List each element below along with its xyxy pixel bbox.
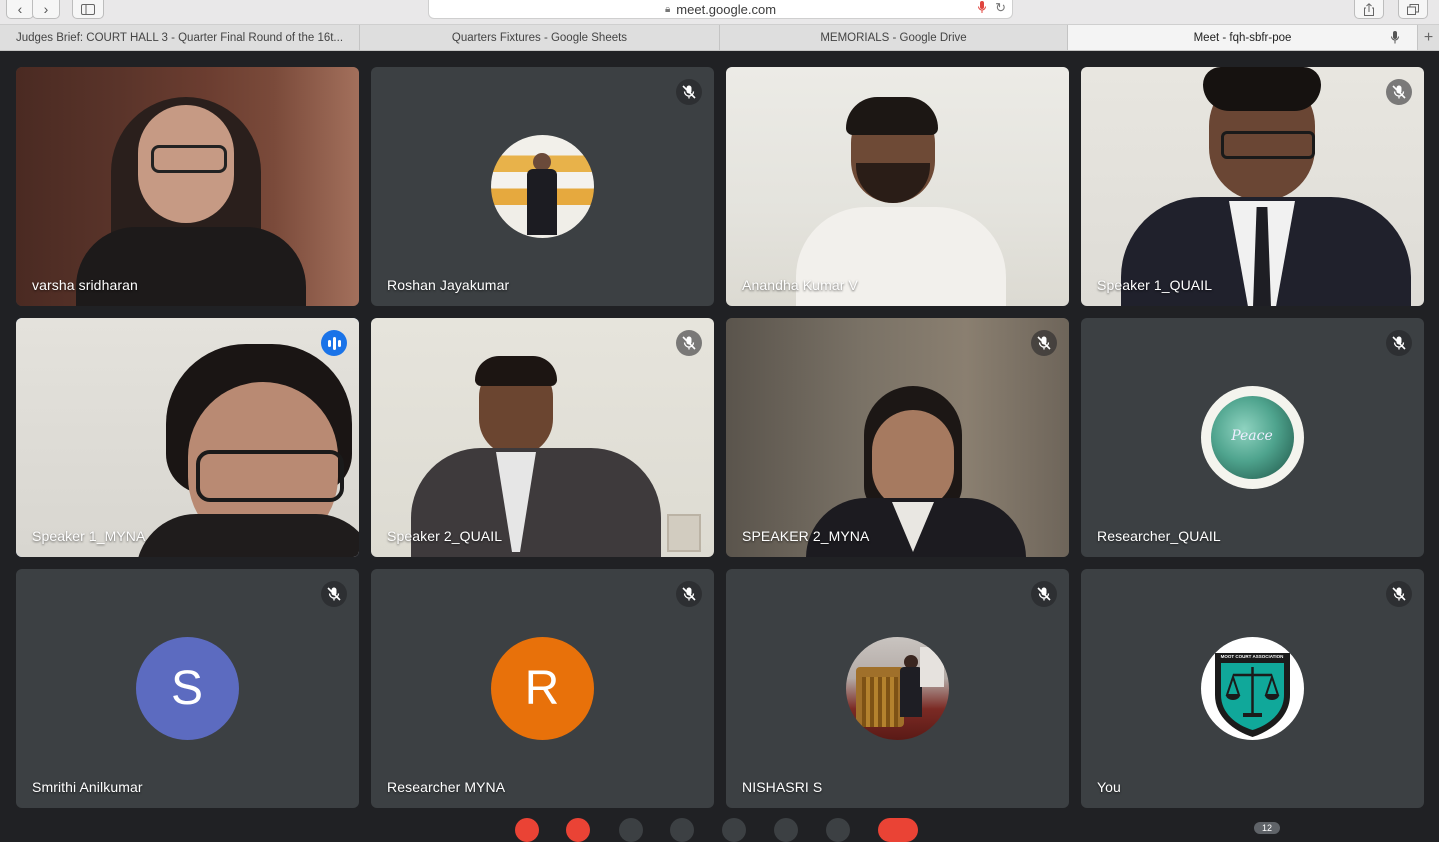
mic-off-icon	[1386, 79, 1412, 105]
new-tab-button[interactable]: +	[1418, 25, 1439, 50]
video-feed	[371, 318, 714, 557]
tab-label: MEMORIALS - Google Drive	[820, 31, 967, 44]
mic-off-icon	[676, 79, 702, 105]
meeting-controls-bar: 12	[0, 818, 1439, 842]
more-options-button[interactable]	[774, 818, 798, 842]
address-bar[interactable]: 🔒︎ meet.google.com ↻	[428, 0, 1013, 19]
avatar-initial: R	[524, 661, 560, 715]
mic-off-icon	[1031, 330, 1057, 356]
tab-label: Judges Brief: COURT HALL 3 - Quarter Fin…	[15, 31, 344, 44]
participant-name: NISHASRI S	[742, 779, 823, 795]
mic-off-icon	[676, 330, 702, 356]
share-icon[interactable]	[1354, 0, 1384, 19]
participant-tile[interactable]: Speaker 1_QUAIL	[1081, 67, 1424, 306]
participant-name: Researcher_QUAIL	[1097, 528, 1221, 544]
participant-name: Researcher MYNA	[387, 779, 506, 795]
profile-logo-avatar: MOOT COURT ASSOCIATION	[1200, 636, 1304, 740]
tab-meet[interactable]: Meet - fqh-sbfr-poe	[1068, 25, 1418, 50]
lock-icon: 🔒︎	[664, 3, 671, 15]
video-feed	[1081, 67, 1424, 306]
activities-button[interactable]	[826, 818, 850, 842]
recording-mic-icon[interactable]	[978, 1, 986, 16]
participant-tile[interactable]: SPEAKER 2_MYNA	[726, 318, 1069, 557]
video-feed	[726, 318, 1069, 557]
sidebar-toggle-icon[interactable]	[72, 0, 104, 19]
forward-button[interactable]: ›	[32, 0, 60, 19]
avatar-caption: Peace	[1231, 427, 1273, 444]
participant-name: Speaker 1_MYNA	[32, 528, 146, 544]
tab-quarters-fixtures[interactable]: Quarters Fixtures - Google Sheets	[360, 25, 720, 50]
tab-label: Quarters Fixtures - Google Sheets	[451, 31, 628, 44]
participant-name: Anandha Kumar V	[742, 277, 858, 293]
participant-tile[interactable]: varsha sridharan	[16, 67, 359, 306]
camera-toggle-button[interactable]	[566, 818, 590, 842]
profile-photo-avatar	[845, 636, 949, 740]
present-button[interactable]	[670, 818, 694, 842]
participant-name: Speaker 1_QUAIL	[1097, 277, 1213, 293]
tab-judges-brief[interactable]: Judges Brief: COURT HALL 3 - Quarter Fin…	[0, 25, 360, 50]
reload-icon[interactable]: ↻	[995, 0, 1006, 16]
leave-call-button[interactable]	[878, 818, 918, 842]
participant-tile[interactable]: Roshan Jayakumar	[371, 67, 714, 306]
tab-bar: Judges Brief: COURT HALL 3 - Quarter Fin…	[0, 25, 1439, 51]
tab-mic-icon	[1391, 31, 1399, 47]
participant-tile[interactable]: Anandha Kumar V	[726, 67, 1069, 306]
logo-caption: MOOT COURT ASSOCIATION	[1220, 653, 1284, 659]
raise-hand-button[interactable]	[722, 818, 746, 842]
initial-avatar: R	[490, 636, 594, 740]
mic-off-icon	[1031, 581, 1057, 607]
video-feed	[16, 67, 359, 306]
back-button[interactable]: ‹	[6, 0, 34, 19]
mic-off-icon	[321, 581, 347, 607]
participant-tile[interactable]: Peace Researcher_QUAIL	[1081, 318, 1424, 557]
participant-name: You	[1097, 779, 1121, 795]
browser-toolbar: ‹ › 🔒︎ meet.google.com ↻	[0, 0, 1439, 25]
participant-tile-self[interactable]: MOOT COURT ASSOCIATION You	[1081, 569, 1424, 808]
tab-label: Meet - fqh-sbfr-poe	[1193, 31, 1292, 44]
participant-tile[interactable]: S Smrithi Anilkumar	[16, 569, 359, 808]
mic-toggle-button[interactable]	[515, 818, 539, 842]
participant-tile[interactable]: Speaker 2_QUAIL	[371, 318, 714, 557]
tabs-overview-icon[interactable]	[1398, 0, 1428, 19]
participant-tile-active-speaker[interactable]: Speaker 1_MYNA	[16, 318, 359, 557]
moot-court-logo-icon	[1214, 652, 1290, 737]
tab-memorials[interactable]: MEMORIALS - Google Drive	[720, 25, 1068, 50]
participant-name: Smrithi Anilkumar	[32, 779, 143, 795]
mic-off-icon	[676, 581, 702, 607]
profile-photo-avatar: Peace	[1200, 385, 1304, 489]
mic-off-icon	[1386, 330, 1412, 356]
video-feed	[16, 318, 359, 557]
participant-tile[interactable]: NISHASRI S	[726, 569, 1069, 808]
avatar-initial: S	[170, 661, 203, 715]
captions-button[interactable]	[619, 818, 643, 842]
participant-name: Roshan Jayakumar	[387, 277, 510, 293]
profile-photo-avatar	[490, 134, 594, 238]
participant-name: SPEAKER 2_MYNA	[742, 528, 870, 544]
participant-tile[interactable]: R Researcher MYNA	[371, 569, 714, 808]
speaking-indicator-icon	[321, 330, 347, 356]
participant-name: Speaker 2_QUAIL	[387, 528, 503, 544]
mic-off-icon	[1386, 581, 1412, 607]
video-feed	[726, 67, 1069, 306]
participant-count-badge: 12	[1254, 822, 1280, 834]
initial-avatar: S	[135, 636, 239, 740]
url-text: meet.google.com	[676, 1, 777, 17]
participant-name: varsha sridharan	[32, 277, 138, 293]
